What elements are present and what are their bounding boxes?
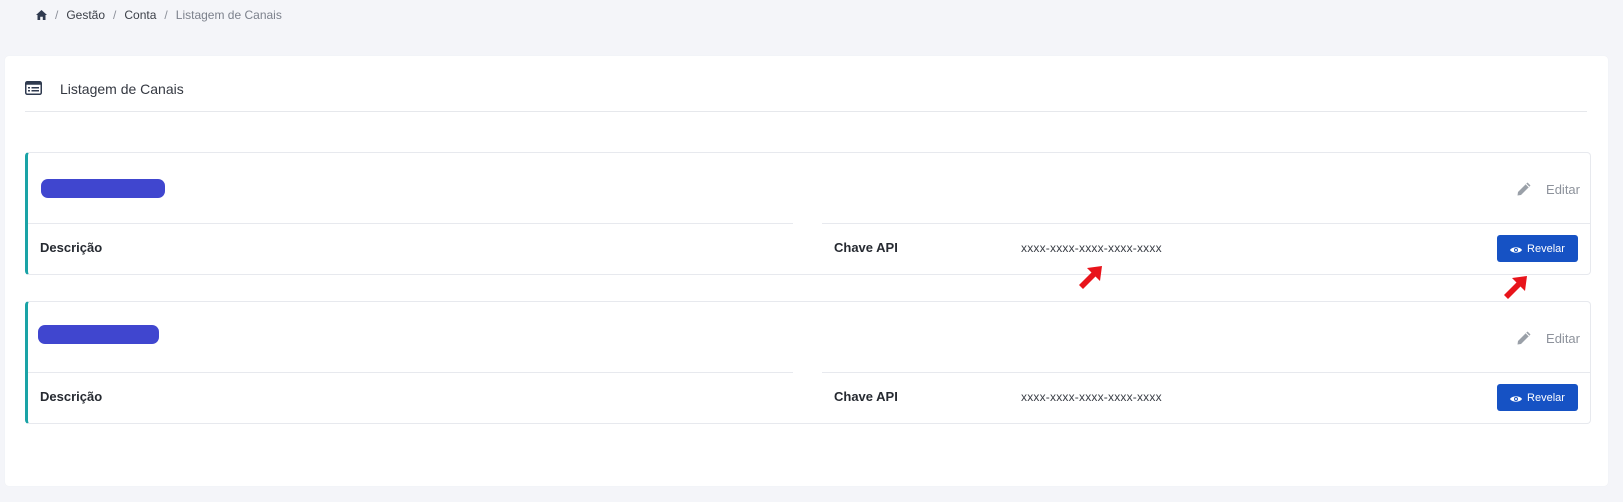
page-title: Listagem de Canais	[60, 81, 184, 97]
pencil-icon	[1516, 181, 1532, 197]
channel-name-redacted	[41, 179, 165, 198]
description-label: Descrição	[40, 389, 103, 404]
divider	[822, 223, 1590, 224]
panel-header: Listagem de Canais	[25, 80, 1587, 112]
channel-card: Editar Descrição Chave API xxxx-xxxx-xxx…	[25, 301, 1591, 424]
description-label: Descrição	[40, 240, 103, 255]
list-icon	[25, 81, 42, 95]
api-key-value: xxxx-xxxx-xxxx-xxxx-xxxx	[1021, 390, 1162, 404]
annotation-arrow-icon	[1504, 276, 1527, 299]
reveal-button[interactable]: Revelar	[1497, 235, 1578, 262]
breadcrumb-separator: /	[164, 8, 168, 22]
channel-name-redacted	[38, 325, 159, 344]
eye-icon	[1510, 245, 1523, 253]
pencil-icon	[1516, 330, 1532, 346]
home-icon[interactable]	[35, 9, 47, 21]
breadcrumb-separator: /	[55, 8, 59, 22]
breadcrumb-item-gestao[interactable]: Gestão	[66, 8, 105, 22]
reveal-label: Revelar	[1527, 391, 1565, 404]
edit-button[interactable]: Editar	[1516, 330, 1580, 346]
channel-card-header: Editar	[28, 302, 1590, 372]
edit-button[interactable]: Editar	[1516, 181, 1580, 197]
breadcrumb: / Gestão / Conta / Listagem de Canais	[35, 7, 282, 23]
reveal-label: Revelar	[1527, 242, 1565, 255]
api-key-label: Chave API	[834, 389, 898, 404]
annotation-arrow-icon	[1079, 266, 1102, 289]
edit-label: Editar	[1546, 330, 1580, 346]
channel-card-header: Editar	[28, 153, 1590, 223]
breadcrumb-current: Listagem de Canais	[175, 8, 282, 22]
divider	[822, 372, 1590, 373]
edit-label: Editar	[1546, 181, 1580, 197]
breadcrumb-separator: /	[113, 8, 117, 22]
divider	[28, 223, 793, 224]
channel-list-panel: Listagem de Canais Editar Descrição Chav…	[5, 56, 1608, 486]
breadcrumb-item-conta[interactable]: Conta	[124, 8, 156, 22]
api-key-value: xxxx-xxxx-xxxx-xxxx-xxxx	[1021, 241, 1162, 255]
api-key-label: Chave API	[834, 240, 898, 255]
divider	[28, 372, 793, 373]
reveal-button[interactable]: Revelar	[1497, 384, 1578, 411]
eye-icon	[1510, 394, 1523, 402]
channel-card: Editar Descrição Chave API xxxx-xxxx-xxx…	[25, 152, 1591, 275]
